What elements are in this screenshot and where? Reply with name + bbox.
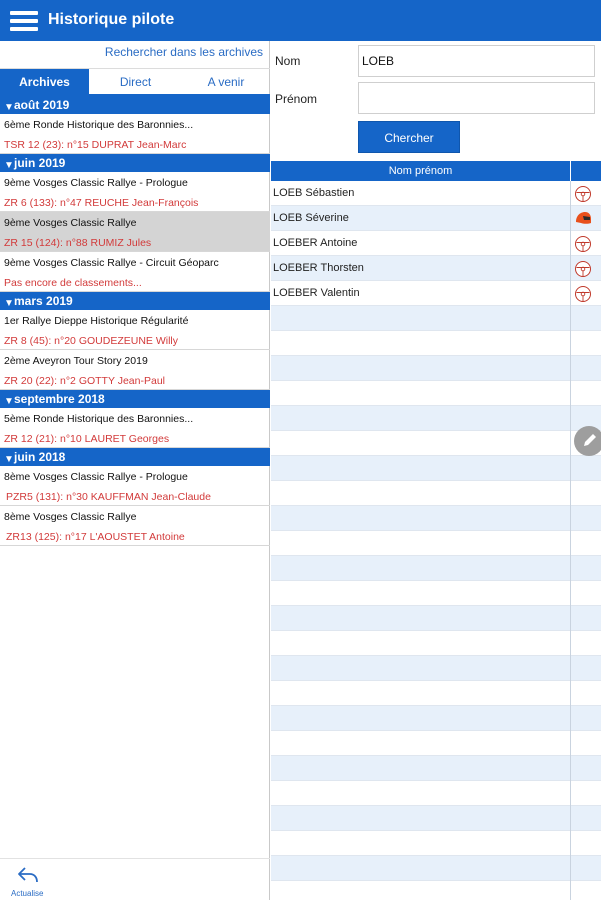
event-item[interactable]: 8ème Vosges Classic Rallye - Prologue PZ… — [0, 466, 270, 506]
event-item[interactable]: 2ème Aveyron Tour Story 2019 ZR 20 (22):… — [0, 350, 270, 390]
result-name: LOEBER Thorsten — [273, 262, 364, 274]
empty-row — [271, 706, 601, 731]
empty-row — [271, 481, 601, 506]
results-grid: LOEB Sébastien LOEB Séverine LOEBER Anto… — [271, 181, 601, 900]
archives-panel: Rechercher dans les archives Archives Di… — [0, 41, 270, 900]
empty-row — [271, 556, 601, 581]
event-item[interactable]: 1er Rallye Dieppe Historique Régularité … — [0, 310, 270, 350]
empty-row — [271, 306, 601, 331]
empty-row — [271, 581, 601, 606]
helmet-icon[interactable] — [574, 210, 592, 228]
event-list: ▼ août 2019 6ème Ronde Historique des Bar… — [0, 96, 270, 546]
search-archives-link[interactable]: Rechercher dans les archives — [105, 45, 263, 59]
results-header: Nom prénom — [271, 161, 601, 181]
event-name: 2ème Aveyron Tour Story 2019 — [4, 355, 148, 367]
empty-row — [271, 431, 601, 456]
empty-row — [271, 606, 601, 631]
empty-row — [271, 856, 601, 881]
empty-row — [271, 731, 601, 756]
month-header[interactable]: ▼ mars 2019 — [0, 292, 270, 310]
steering-wheel-icon[interactable] — [574, 235, 592, 253]
event-result: ZR 12 (21): n°10 LAURET Georges — [4, 433, 170, 445]
month-header[interactable]: ▼ septembre 2018 — [0, 390, 270, 408]
empty-row — [271, 781, 601, 806]
event-name: 1er Rallye Dieppe Historique Régularité — [4, 315, 189, 327]
event-item-selected[interactable]: 9ème Vosges Classic Rallye ZR 15 (124): … — [0, 212, 270, 252]
search-panel: Nom Prénom Chercher Nom prénom LOEB Séba… — [271, 41, 601, 900]
month-header[interactable]: ▼ août 2019 — [0, 96, 270, 114]
empty-row — [271, 531, 601, 556]
result-row[interactable]: LOEBER Valentin — [271, 281, 601, 306]
app-bar: Historique pilote — [0, 0, 601, 41]
tab-direct[interactable]: Direct — [89, 69, 182, 95]
month-header[interactable]: ▼ juin 2018 — [0, 448, 270, 466]
event-name: 8ème Vosges Classic Rallye — [4, 511, 137, 523]
event-item[interactable]: 9ème Vosges Classic Rallye - Prologue ZR… — [0, 172, 270, 212]
edit-fab[interactable] — [574, 426, 601, 456]
empty-row — [271, 331, 601, 356]
steering-wheel-icon[interactable] — [574, 260, 592, 278]
event-item[interactable]: 8ème Vosges Classic Rallye ZR13 (125): n… — [0, 506, 270, 546]
event-result: ZR 8 (45): n°20 GOUDEZEUNE Willy — [4, 335, 178, 347]
empty-row — [271, 406, 601, 431]
tab-archives[interactable]: Archives — [0, 69, 89, 95]
empty-row — [271, 506, 601, 531]
reply-arrow-icon — [18, 867, 38, 883]
column-header-name[interactable]: Nom prénom — [271, 161, 570, 181]
refresh-label: Actualise — [11, 889, 44, 898]
bottom-toolbar: Actualise — [0, 858, 270, 900]
empty-row — [271, 756, 601, 781]
event-result: ZR 15 (124): n°88 RUMIZ Jules — [4, 237, 152, 249]
result-row[interactable]: LOEBER Thorsten — [271, 256, 601, 281]
refresh-button[interactable]: Actualise — [8, 863, 48, 899]
empty-row — [271, 631, 601, 656]
result-name: LOEB Séverine — [273, 212, 349, 224]
event-item[interactable]: 5ème Ronde Historique des Baronnies... Z… — [0, 408, 270, 448]
nom-label: Nom — [275, 54, 301, 68]
event-result: ZR 6 (133): n°47 REUCHE Jean-François — [4, 197, 199, 209]
empty-row — [271, 681, 601, 706]
empty-row — [271, 456, 601, 481]
menu-icon[interactable] — [10, 9, 38, 33]
event-result: ZR13 (125): n°17 L'AOUSTET Antoine — [6, 531, 185, 543]
event-name: 9ème Vosges Classic Rallye - Prologue — [4, 177, 188, 189]
result-row[interactable]: LOEB Séverine — [271, 206, 601, 231]
month-header[interactable]: ▼ juin 2019 — [0, 154, 270, 172]
column-header-icon — [570, 161, 601, 181]
event-item[interactable]: 9ème Vosges Classic Rallye - Circuit Géo… — [0, 252, 270, 292]
result-row[interactable]: LOEBER Antoine — [271, 231, 601, 256]
prenom-input[interactable] — [358, 82, 595, 114]
empty-row — [271, 831, 601, 856]
search-button[interactable]: Chercher — [358, 121, 460, 153]
empty-row — [271, 381, 601, 406]
event-name: 9ème Vosges Classic Rallye - Circuit Géo… — [4, 257, 219, 269]
empty-row — [271, 356, 601, 381]
steering-wheel-icon[interactable] — [574, 185, 592, 203]
empty-row — [271, 806, 601, 831]
event-name: 6ème Ronde Historique des Baronnies... — [4, 119, 194, 131]
result-row[interactable]: LOEB Sébastien — [271, 181, 601, 206]
tab-a-venir[interactable]: A venir — [182, 69, 270, 95]
prenom-label: Prénom — [275, 92, 318, 106]
result-name: LOEB Sébastien — [273, 187, 355, 199]
event-name: 9ème Vosges Classic Rallye — [4, 217, 137, 229]
result-name: LOEBER Valentin — [273, 287, 360, 299]
event-result: ZR 20 (22): n°2 GOTTY Jean-Paul — [4, 375, 165, 387]
event-result: Pas encore de classements... — [4, 277, 142, 289]
column-divider — [570, 181, 571, 900]
event-result: PZR5 (131): n°30 KAUFFMAN Jean-Claude — [6, 491, 211, 503]
event-name: 8ème Vosges Classic Rallye - Prologue — [4, 471, 188, 483]
steering-wheel-icon[interactable] — [574, 285, 592, 303]
event-item[interactable]: 6ème Ronde Historique des Baronnies... T… — [0, 114, 270, 154]
page-title: Historique pilote — [48, 11, 175, 28]
event-result: TSR 12 (23): n°15 DUPRAT Jean-Marc — [4, 139, 187, 151]
nom-input[interactable] — [358, 45, 595, 77]
pencil-icon — [584, 434, 596, 446]
event-name: 5ème Ronde Historique des Baronnies... — [4, 413, 194, 425]
result-name: LOEBER Antoine — [273, 237, 358, 249]
tab-bar: Archives Direct A venir — [0, 68, 270, 96]
empty-row — [271, 656, 601, 681]
